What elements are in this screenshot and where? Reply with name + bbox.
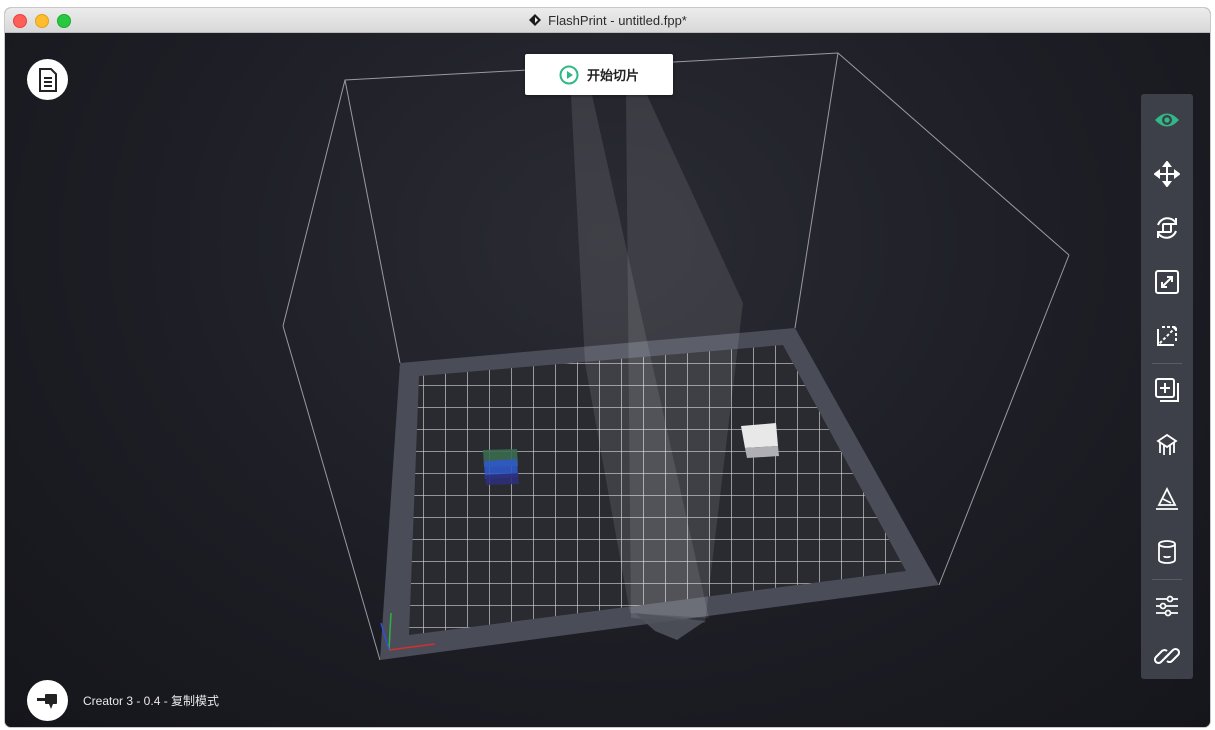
start-slice-button[interactable]: 开始切片 <box>525 54 673 95</box>
app-window: FlashPrint - untitled.fpp* 开始切片 Creator … <box>5 8 1210 727</box>
file-icon <box>38 67 57 92</box>
machine-type-button[interactable] <box>27 680 68 721</box>
model-white-cube[interactable] <box>741 423 779 458</box>
move-tool-button[interactable] <box>1141 151 1193 197</box>
support-icon <box>1156 433 1178 455</box>
app-logo-icon <box>529 14 542 26</box>
settings-tool-button[interactable] <box>1141 583 1193 629</box>
link-icon <box>1154 647 1180 665</box>
lay-flat-tool-button[interactable] <box>1141 475 1193 521</box>
cut-icon <box>1157 326 1177 346</box>
cut-tool-button[interactable] <box>1141 313 1193 359</box>
settings-sliders-icon <box>1156 595 1178 617</box>
toolbar-separator <box>1152 363 1182 364</box>
scale-tool-button[interactable] <box>1141 259 1193 305</box>
hollow-icon <box>1158 540 1176 564</box>
play-icon <box>559 65 579 84</box>
connect-tool-button[interactable] <box>1141 633 1193 679</box>
file-menu-button[interactable] <box>27 59 68 100</box>
title-bar: FlashPrint - untitled.fpp* <box>5 8 1210 33</box>
3d-viewport[interactable]: 开始切片 Creator 3 - 0.4 - 复制模式 <box>5 33 1210 727</box>
close-window-button[interactable] <box>13 14 27 28</box>
start-slice-label: 开始切片 <box>586 68 639 83</box>
scale-icon <box>1155 270 1179 294</box>
right-toolbar <box>1141 94 1193 679</box>
hollow-tool-button[interactable] <box>1141 529 1193 575</box>
toolbar-separator <box>1152 579 1182 580</box>
support-tool-button[interactable] <box>1141 421 1193 467</box>
machine-status-label: Creator 3 - 0.4 - 复制模式 <box>83 694 220 708</box>
window-controls <box>13 14 71 28</box>
build-volume-scene <box>282 52 1070 661</box>
move-icon <box>1154 161 1180 187</box>
eye-icon <box>1155 113 1179 127</box>
add-object-tool-button[interactable] <box>1141 367 1193 413</box>
rotate-icon <box>1157 217 1177 239</box>
window-title: FlashPrint - untitled.fpp* <box>528 13 687 28</box>
rotate-tool-button[interactable] <box>1141 205 1193 251</box>
lay-flat-icon <box>1156 486 1178 510</box>
window-title-text: FlashPrint - untitled.fpp* <box>548 12 687 28</box>
view-tool-button[interactable] <box>1141 97 1193 143</box>
model-blue[interactable] <box>483 449 519 485</box>
extruder-icon <box>36 693 57 709</box>
minimize-window-button[interactable] <box>35 14 49 28</box>
maximize-window-button[interactable] <box>57 14 71 28</box>
add-object-icon <box>1155 378 1179 402</box>
